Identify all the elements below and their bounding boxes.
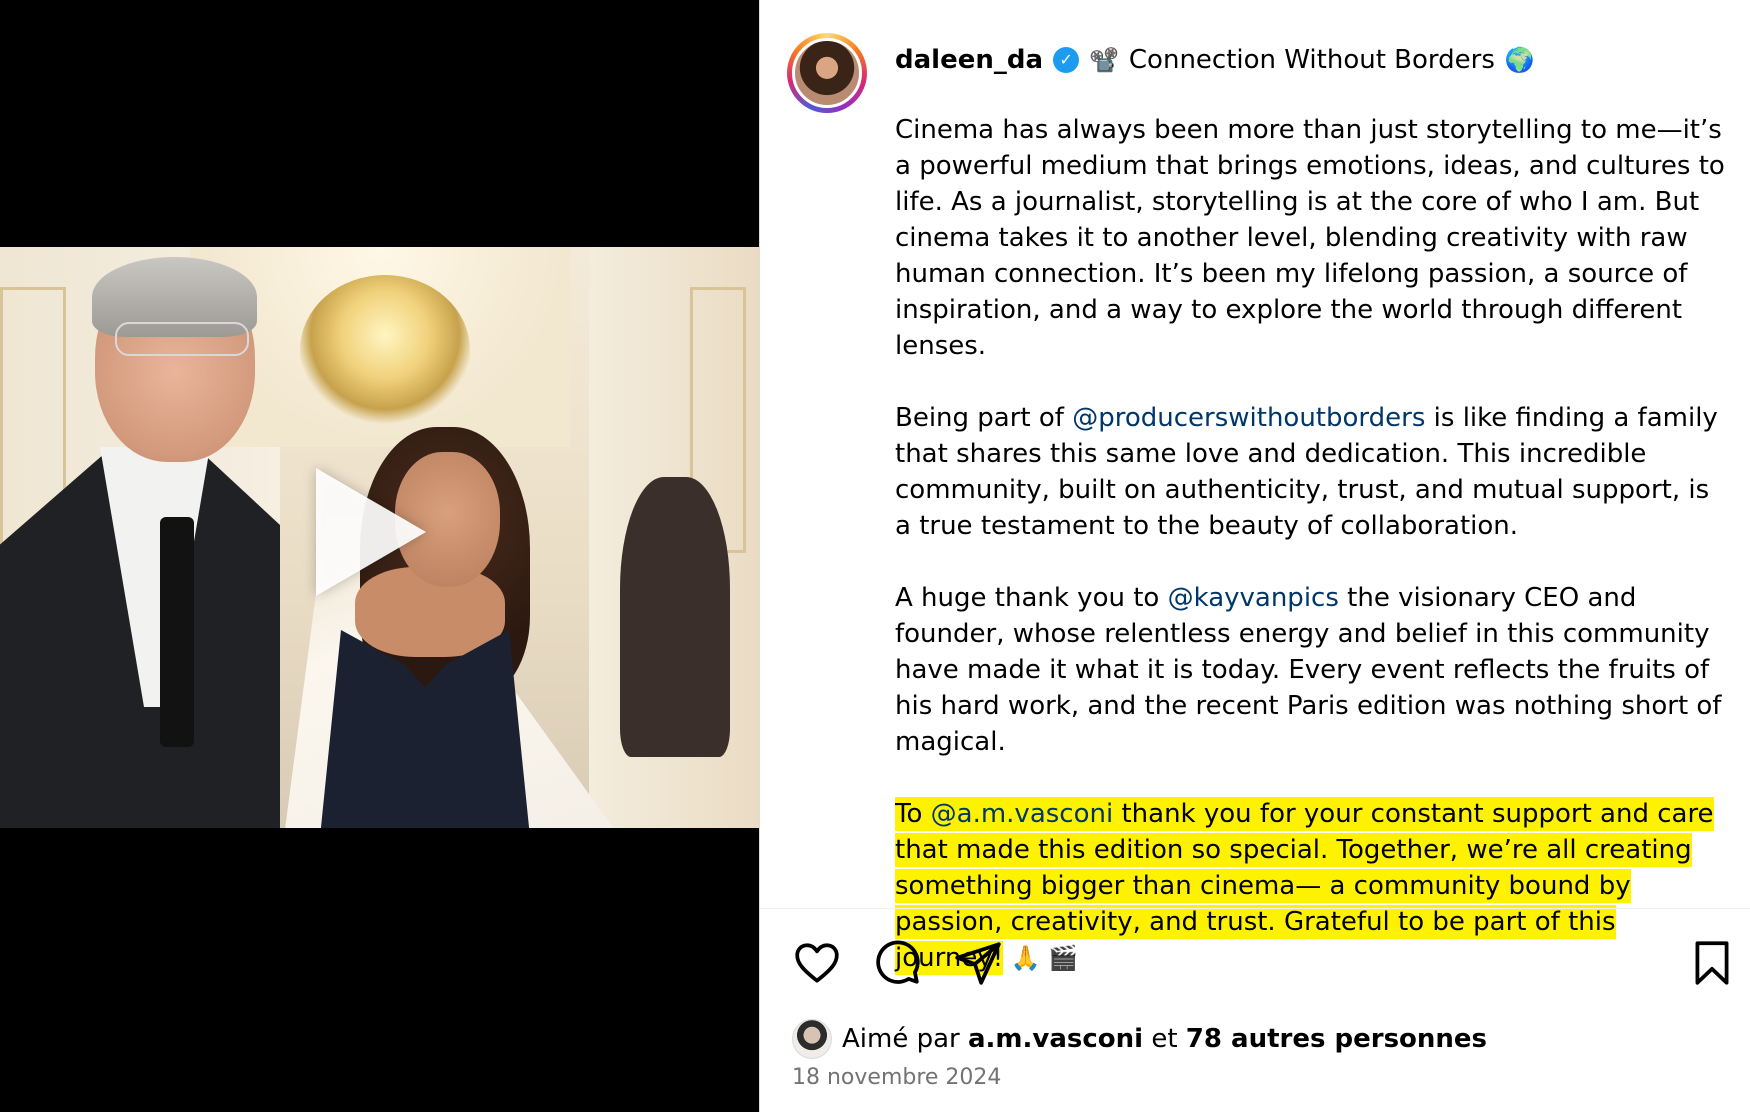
- caption-text: To: [895, 797, 931, 831]
- likes-connector: et: [1143, 1024, 1186, 1054]
- bookmark-icon[interactable]: [1687, 938, 1737, 988]
- divider: [760, 908, 1750, 909]
- chandelier: [300, 275, 470, 425]
- man-tie: [160, 517, 194, 747]
- mention-link[interactable]: @kayvanpics: [1168, 583, 1339, 613]
- caption-paragraph-highlighted: To @a.m.vasconi thank you for your const…: [895, 796, 1725, 976]
- caption-text: Being part of: [895, 403, 1073, 433]
- background-guest: [620, 477, 730, 757]
- likes-text: Aimé par a.m.vasconi et 78 autres person…: [842, 1024, 1487, 1054]
- other-likers-link[interactable]: 78 autres personnes: [1186, 1024, 1487, 1054]
- caption-paragraph: Cinema has always been more than just st…: [895, 115, 1725, 361]
- post-panel: daleen_da ✓ 📽️ Connection Without Border…: [759, 0, 1750, 1112]
- caption-text: A huge thank you to: [895, 583, 1168, 613]
- likes-summary: Aimé par a.m.vasconi et 78 autres person…: [792, 1018, 1487, 1060]
- caption-paragraph: A huge thank you to @kayvanpics the visi…: [895, 580, 1725, 760]
- post-date[interactable]: 18 novembre 2024: [792, 1065, 1001, 1090]
- media-panel: [0, 0, 759, 1112]
- paper-plane-icon[interactable]: [953, 938, 1003, 988]
- caption-paragraph: Being part of @producerswithoutborders i…: [895, 400, 1725, 544]
- heart-icon[interactable]: [792, 938, 842, 988]
- man-glasses: [115, 322, 249, 356]
- caption-header: daleen_da ✓ 📽️ Connection Without Border…: [895, 40, 1725, 80]
- username-link[interactable]: daleen_da: [895, 42, 1043, 78]
- post-title: Connection Without Borders: [1128, 45, 1495, 75]
- story-ring[interactable]: [787, 33, 867, 113]
- liker-avatar[interactable]: [792, 1019, 832, 1059]
- likes-prefix: Aimé par: [842, 1024, 968, 1054]
- mention-link[interactable]: @a.m.vasconi: [930, 797, 1114, 831]
- globe-emoji: 🌍: [1504, 46, 1535, 74]
- comment-bubble-icon[interactable]: [872, 938, 922, 988]
- verified-badge-icon: ✓: [1053, 47, 1080, 73]
- projector-emoji: 📽️: [1089, 46, 1119, 74]
- emoji-pair: 🙏 🎬: [1003, 944, 1079, 972]
- avatar[interactable]: [792, 38, 862, 108]
- caption: daleen_da ✓ 📽️ Connection Without Border…: [895, 40, 1725, 976]
- liker-username-link[interactable]: a.m.vasconi: [968, 1024, 1143, 1054]
- mention-link[interactable]: @producerswithoutborders: [1072, 403, 1425, 433]
- play-icon[interactable]: [316, 468, 426, 596]
